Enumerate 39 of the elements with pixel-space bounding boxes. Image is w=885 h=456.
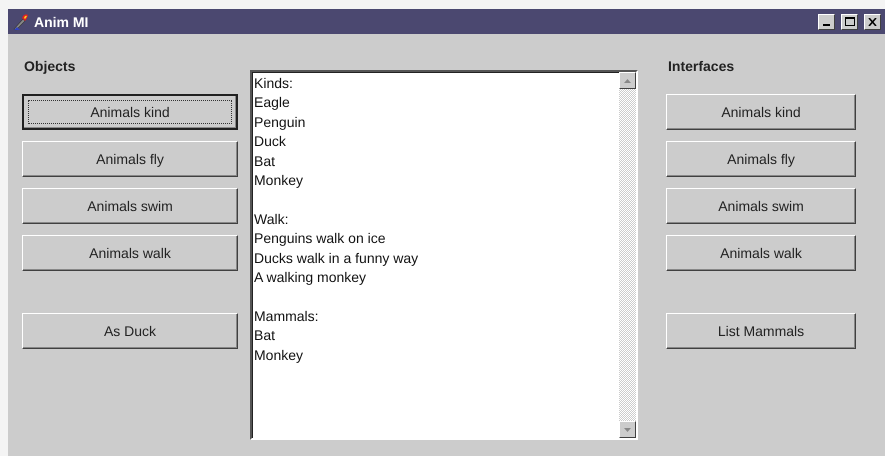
maximize-button[interactable] — [841, 14, 858, 30]
up-arrow-icon — [624, 78, 631, 82]
command-button[interactable]: Animals fly — [22, 141, 238, 177]
memo-line: Monkey — [254, 171, 304, 190]
down-arrow-icon — [624, 428, 631, 432]
close-icon — [868, 18, 877, 26]
memo-line: Ducks walk in a funny way — [254, 248, 420, 268]
command-button[interactable]: Animals fly — [666, 141, 856, 177]
close-button[interactable] — [864, 14, 881, 30]
maximize-icon — [844, 17, 854, 26]
memo-line: Bat — [254, 152, 276, 171]
command-button[interactable]: List Mammals — [666, 313, 856, 349]
output-memo[interactable]: Kinds: Eagle Penguin Duck Bat Monkey Walk: Penguins walk on ice Ducks walk in a funny way A walking monkey Mammals: Bat Monkey — [250, 70, 638, 440]
window-title: Anim MI — [34, 14, 90, 30]
minimize-icon — [823, 24, 830, 26]
memo-line: Eagle — [254, 93, 291, 112]
torch-icon — [12, 12, 30, 30]
section-heading: Interfaces — [668, 58, 736, 76]
memo-line: Bat — [254, 326, 276, 346]
scrollbar[interactable] — [619, 72, 636, 438]
section-heading: Objects — [24, 58, 76, 76]
scroll-down-button[interactable] — [619, 421, 636, 438]
memo-line: Duck — [254, 132, 287, 152]
memo-line: Kinds: — [254, 74, 294, 93]
command-button[interactable]: As Duck — [22, 313, 238, 349]
memo-line: Walk: — [254, 210, 290, 229]
command-button[interactable]: Animals walk — [22, 235, 238, 271]
command-button[interactable]: Animals swim — [22, 188, 238, 224]
scroll-up-button[interactable] — [619, 72, 636, 89]
memo-line: Penguin — [254, 112, 306, 132]
memo-line: A walking monkey — [254, 268, 368, 288]
command-button[interactable]: Animals walk — [666, 235, 856, 271]
minimize-button[interactable] — [818, 14, 835, 30]
command-button[interactable]: Animals kind — [22, 94, 238, 130]
memo-line: Mammals: — [254, 306, 320, 326]
command-button[interactable]: Animals swim — [666, 188, 856, 224]
memo-line: Monkey — [254, 346, 304, 365]
command-button[interactable]: Animals kind — [666, 94, 856, 130]
memo-line: Penguins walk on ice — [254, 229, 387, 248]
